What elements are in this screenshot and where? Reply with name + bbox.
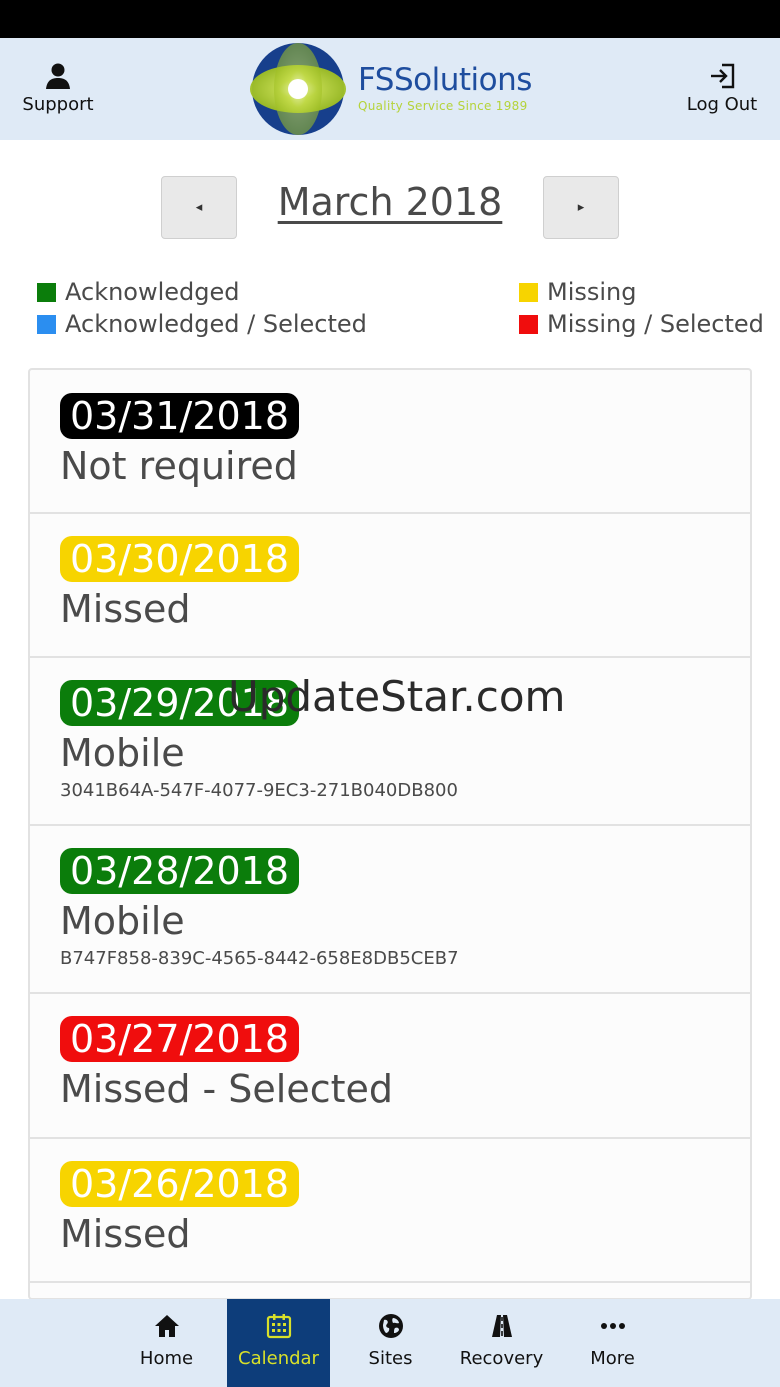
logout-label: Log Out	[686, 94, 758, 115]
entry-status: Mobile	[60, 899, 185, 943]
person-icon	[46, 63, 70, 89]
entry-status: Missed	[60, 587, 191, 631]
list-item[interactable]	[30, 1283, 750, 1298]
tab-label: Calendar	[238, 1348, 319, 1369]
home-icon	[154, 1315, 179, 1337]
tab-calendar[interactable]: Calendar	[227, 1299, 330, 1387]
list-item[interactable]: 03/30/2018 Missed	[30, 514, 750, 658]
tab-more[interactable]: More	[561, 1299, 664, 1387]
logo-tagline: Quality Service Since 1989	[358, 99, 528, 113]
logout-icon	[711, 63, 735, 89]
device-id: 3041B64A-547F-4077-9EC3-271B040DB800	[60, 780, 458, 801]
device-id: B747F858-839C-4565-8442-658E8DB5CEB7	[60, 948, 459, 969]
calendar-icon	[266, 1314, 291, 1339]
triangle-right-icon: ▸	[577, 200, 585, 215]
legend-missing-selected: Missing / Selected	[519, 310, 764, 338]
tab-label: More	[590, 1348, 635, 1369]
next-month-button[interactable]: ▸	[543, 176, 619, 239]
tab-label: Recovery	[459, 1348, 544, 1369]
triangle-left-icon: ◂	[195, 200, 203, 215]
tab-label: Home	[139, 1348, 194, 1369]
support-button[interactable]: Support	[22, 62, 94, 115]
ellipsis-icon	[600, 1323, 625, 1329]
company-logo: FSSolutions Quality Service Since 1989	[250, 40, 550, 138]
month-navigator: ◂ March 2018 ▸	[0, 176, 780, 240]
legend-swatch-missing	[519, 282, 538, 302]
legend-acknowledged: Acknowledged	[37, 278, 240, 306]
legend: Acknowledged Acknowledged / Selected Mis…	[0, 278, 780, 348]
date-badge: 03/30/2018	[60, 536, 300, 582]
date-badge: 03/31/2018	[60, 393, 300, 439]
road-icon	[491, 1315, 512, 1337]
tab-label: Sites	[368, 1348, 413, 1369]
day-list: 03/31/2018 Not required 03/30/2018 Misse…	[28, 368, 752, 1300]
tab-home[interactable]: Home	[115, 1299, 218, 1387]
legend-label: Missing	[547, 278, 637, 306]
watermark: UpdateStar.com	[228, 672, 566, 721]
legend-label: Acknowledged / Selected	[65, 310, 367, 338]
legend-acknowledged-selected: Acknowledged / Selected	[37, 310, 367, 338]
logo-emblem-icon	[250, 43, 346, 135]
legend-swatch-acknowledged-selected	[37, 314, 56, 334]
entry-status: Not required	[60, 444, 298, 488]
globe-icon	[378, 1314, 403, 1338]
date-badge: 03/27/2018	[60, 1016, 300, 1062]
entry-status: Missed - Selected	[60, 1067, 394, 1111]
logo-name: FSSolutions	[358, 62, 532, 98]
support-label: Support	[22, 94, 94, 115]
tab-sites[interactable]: Sites	[339, 1299, 442, 1387]
list-item[interactable]: 03/27/2018 Missed - Selected	[30, 994, 750, 1139]
legend-swatch-missing-selected	[519, 314, 538, 334]
date-badge: 03/26/2018	[60, 1161, 300, 1207]
entry-status: Mobile	[60, 731, 185, 775]
list-item[interactable]: 03/31/2018 Not required	[30, 370, 750, 514]
legend-label: Missing / Selected	[547, 310, 764, 338]
status-bar	[0, 0, 780, 38]
entry-status: Missed	[60, 1212, 191, 1256]
legend-missing: Missing	[519, 278, 637, 306]
legend-label: Acknowledged	[65, 278, 240, 306]
list-item[interactable]: 03/26/2018 Missed	[30, 1139, 750, 1283]
app-header: Support FSSolutions Quality Service Sinc…	[0, 38, 780, 140]
tab-recovery[interactable]: Recovery	[450, 1299, 553, 1387]
list-item[interactable]: 03/28/2018 Mobile B747F858-839C-4565-844…	[30, 826, 750, 994]
month-title[interactable]: March 2018	[237, 180, 543, 224]
logout-button[interactable]: Log Out	[683, 62, 761, 115]
bottom-tab-bar: Home Calendar Sites Recovery More	[0, 1299, 780, 1387]
previous-month-button[interactable]: ◂	[161, 176, 237, 239]
date-badge: 03/28/2018	[60, 848, 300, 894]
legend-swatch-acknowledged	[37, 282, 56, 302]
